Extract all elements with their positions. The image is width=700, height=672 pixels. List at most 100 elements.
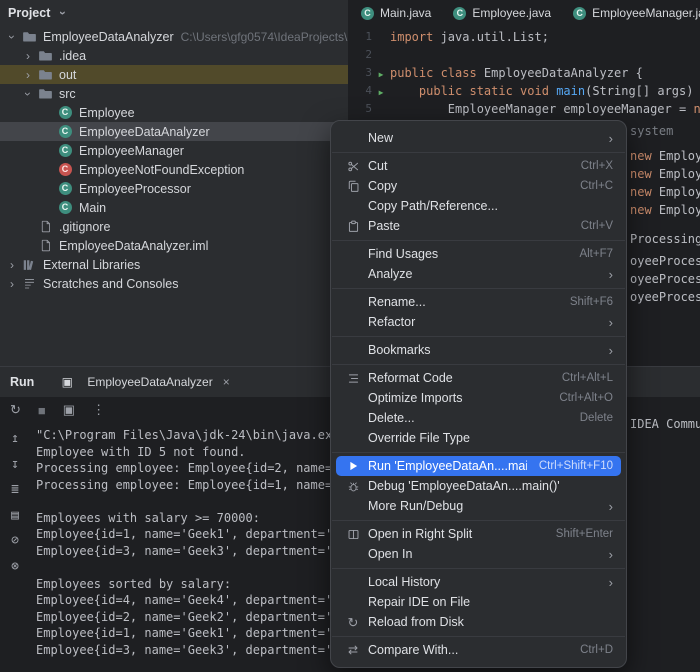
ide-root: Project › ›EmployeeDataAnalyzerC:\Users\… <box>0 0 700 672</box>
tree-item-employeedataanalyzer-iml[interactable]: EmployeeDataAnalyzer.iml <box>0 236 348 255</box>
editor-tab-main-java[interactable]: CMain.java <box>350 0 442 25</box>
menu-item-new[interactable]: New› <box>336 128 621 148</box>
compare-icon: ⇄ <box>344 644 362 656</box>
tree-item-employeedataanalyzer[interactable]: CEmployeeDataAnalyzer <box>0 122 348 141</box>
menu-item-find-usages[interactable]: Find UsagesAlt+F7 <box>336 244 621 264</box>
chevron-down-icon[interactable]: › <box>56 5 70 21</box>
tree-item-path: C:\Users\gfg0574\IdeaProjects\Empl <box>181 30 348 44</box>
menu-item-label: Reformat Code <box>368 371 550 385</box>
tree-item-gitignore[interactable]: .gitignore <box>0 217 348 236</box>
tree-item-employee[interactable]: CEmployee <box>0 103 348 122</box>
menu-item-delete[interactable]: Delete...Delete <box>336 408 621 428</box>
down-icon[interactable]: ↧ <box>11 457 19 474</box>
menu-item-open-in[interactable]: Open In› <box>336 544 621 564</box>
tree-item-external-libraries[interactable]: › External Libraries <box>0 255 348 274</box>
soft-wrap-icon[interactable]: ≣ <box>11 482 19 499</box>
run-arrow-icon[interactable]: ▶ <box>379 88 384 97</box>
tree-item-label: EmployeeManager <box>79 144 184 158</box>
code-text: (String[] args) { <box>585 82 700 100</box>
console-toolbar: ↥ ↧ ≣ ▤ ⊘ ⊗ <box>0 431 30 575</box>
menu-item-shortcut: Alt+F7 <box>579 248 613 260</box>
copy-icon <box>344 180 362 193</box>
scroll-to-end-icon[interactable]: ▤ <box>11 508 19 525</box>
menu-item-paste[interactable]: PasteCtrl+V <box>336 216 621 236</box>
tree-item-label: .idea <box>59 49 86 63</box>
code-text: new <box>693 100 700 118</box>
tree-item-label: External Libraries <box>43 258 140 272</box>
debug-icon <box>344 480 362 493</box>
menu-item-bookmarks[interactable]: Bookmarks› <box>336 340 621 360</box>
code-text <box>549 82 556 100</box>
menu-item-refactor[interactable]: Refactor› <box>336 312 621 332</box>
tree-item-employeemanager[interactable]: CEmployeeManager <box>0 141 348 160</box>
chevron-expanded-icon[interactable]: › <box>5 29 19 45</box>
menu-item-override-file-type[interactable]: Override File Type <box>336 428 621 448</box>
clear-icon[interactable]: ⊗ <box>11 559 19 576</box>
folder-icon <box>36 86 54 101</box>
class-icon: C <box>56 201 74 214</box>
menu-item-rename[interactable]: Rename...Shift+F6 <box>336 292 621 312</box>
project-tree: ›EmployeeDataAnalyzerC:\Users\gfg0574\Id… <box>0 26 348 293</box>
line-number: 1 <box>348 28 372 46</box>
tree-item-out[interactable]: › out <box>0 65 348 84</box>
chevron-expanded-icon[interactable]: › <box>21 86 35 102</box>
class-icon: C <box>56 106 74 119</box>
tree-item-scratches-and-consoles[interactable]: › Scratches and Consoles <box>0 274 348 293</box>
chevron-collapsed-icon[interactable]: › <box>4 277 20 291</box>
class-icon: C <box>573 5 586 20</box>
tree-item-src[interactable]: ›src <box>0 84 348 103</box>
tree-item-employeedataanalyzer[interactable]: ›EmployeeDataAnalyzerC:\Users\gfg0574\Id… <box>0 27 348 46</box>
menu-separator <box>332 636 625 637</box>
menu-item-cut[interactable]: CutCtrl+X <box>336 156 621 176</box>
code-line: 5 EmployeeManager employeeManager = new … <box>348 100 700 118</box>
run-gutter-icon[interactable]: ▶ <box>372 82 390 100</box>
code-text: main <box>556 82 585 100</box>
menu-item-label: Copy <box>368 179 568 193</box>
console-tab-icon: ▣ <box>58 375 76 389</box>
menu-item-repair-ide-on-file[interactable]: Repair IDE on File <box>336 592 621 612</box>
code-line: 2 <box>348 46 700 64</box>
rerun-icon[interactable]: ↻ <box>10 402 21 418</box>
menu-item-copy-path-reference[interactable]: Copy Path/Reference... <box>336 196 621 216</box>
menu-item-open-in-right-split[interactable]: Open in Right SplitShift+Enter <box>336 524 621 544</box>
tree-item-employeenotfoundexception[interactable]: CEmployeeNotFoundException <box>0 160 348 179</box>
capture-icon[interactable]: ▣ <box>63 402 75 418</box>
chevron-collapsed-icon[interactable]: › <box>20 68 36 82</box>
menu-item-reload-from-disk[interactable]: ↻Reload from Disk <box>336 612 621 632</box>
line-number: 2 <box>348 46 372 64</box>
project-panel-title: Project <box>8 6 50 20</box>
menu-separator <box>332 520 625 521</box>
more-icon[interactable]: ⋮ <box>92 402 105 418</box>
run-gutter-icon[interactable]: ▶ <box>372 64 390 82</box>
menu-item-reformat-code[interactable]: Reformat CodeCtrl+Alt+L <box>336 368 621 388</box>
menu-item-shortcut: Ctrl+X <box>581 160 613 172</box>
submenu-arrow-icon: › <box>609 267 613 282</box>
tree-item-label: out <box>59 68 76 82</box>
menu-item-debug-employeedataan-main[interactable]: Debug 'EmployeeDataAn....main()' <box>336 476 621 496</box>
code-area: 1import java.util.List;23▶public class E… <box>348 25 700 118</box>
editor-tab-employeemanager-ja[interactable]: CEmployeeManager.ja <box>562 0 700 25</box>
menu-item-label: Override File Type <box>368 431 613 445</box>
tree-item-label: Scratches and Consoles <box>43 277 179 291</box>
menu-item-more-run-debug[interactable]: More Run/Debug› <box>336 496 621 516</box>
up-icon[interactable]: ↥ <box>11 431 19 448</box>
run-tab-employeedataanalyzer[interactable]: ▣ EmployeeDataAnalyzer × <box>58 375 229 389</box>
menu-item-run-employeedataan-main[interactable]: Run 'EmployeeDataAn....main()'Ctrl+Shift… <box>336 456 621 476</box>
close-icon[interactable]: × <box>223 375 230 389</box>
tree-item-employeeprocessor[interactable]: CEmployeeProcessor <box>0 179 348 198</box>
menu-item-compare-with[interactable]: ⇄Compare With...Ctrl+D <box>336 640 621 660</box>
menu-item-optimize-imports[interactable]: Optimize ImportsCtrl+Alt+O <box>336 388 621 408</box>
run-arrow-icon[interactable]: ▶ <box>379 70 384 79</box>
menu-item-local-history[interactable]: Local History› <box>336 572 621 592</box>
menu-item-analyze[interactable]: Analyze› <box>336 264 621 284</box>
print-icon[interactable]: ⊘ <box>11 533 19 550</box>
tree-item-main[interactable]: CMain <box>0 198 348 217</box>
chevron-collapsed-icon[interactable]: › <box>4 258 20 272</box>
menu-item-copy[interactable]: CopyCtrl+C <box>336 176 621 196</box>
editor-tab-employee-java[interactable]: CEmployee.java <box>442 0 562 25</box>
menu-item-label: Reload from Disk <box>368 615 613 629</box>
stop-icon[interactable]: ■ <box>38 403 46 418</box>
menu-separator <box>332 336 625 337</box>
chevron-collapsed-icon[interactable]: › <box>20 49 36 63</box>
tree-item-idea[interactable]: › .idea <box>0 46 348 65</box>
